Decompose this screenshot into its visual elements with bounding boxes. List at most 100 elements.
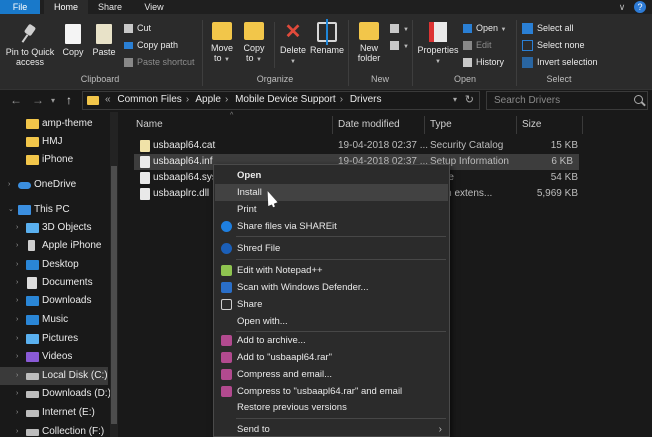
back-arrow-icon[interactable]: ←: [10, 93, 22, 107]
invert-selection-button[interactable]: Invert selection: [522, 56, 598, 69]
new-item-button[interactable]: ▼: [390, 22, 409, 35]
nav-item-pictures[interactable]: › Pictures: [0, 330, 108, 348]
expand-chevron-icon[interactable]: ›: [8, 176, 10, 194]
menu-item-install[interactable]: Install: [215, 184, 448, 201]
column-header-date[interactable]: Date modified: [338, 116, 400, 134]
edit-button[interactable]: Edit: [463, 39, 492, 52]
ribbon-collapse-icon[interactable]: ∨: [616, 1, 628, 13]
menu-item-add-to-rar[interactable]: Add to "usbaapl64.rar": [215, 349, 448, 366]
copy-to-button[interactable]: Copy to ▼: [240, 22, 268, 65]
breadcrumb-overflow[interactable]: «: [105, 94, 111, 105]
menu-item-share[interactable]: Share: [215, 296, 448, 313]
column-header-type[interactable]: Type: [430, 116, 452, 134]
history-button[interactable]: History: [463, 56, 504, 69]
move-to-button[interactable]: Move to ▼: [208, 22, 236, 65]
copy-button[interactable]: Copy: [60, 24, 86, 57]
refresh-icon[interactable]: ↻: [465, 93, 474, 106]
tab-share[interactable]: Share: [90, 0, 130, 14]
system-file-icon: [140, 172, 150, 184]
expand-chevron-icon[interactable]: ›: [16, 385, 18, 403]
easy-access-button[interactable]: ▼: [390, 39, 409, 52]
nav-item-downloads-d[interactable]: › Downloads (D:): [0, 385, 111, 403]
tab-file[interactable]: File: [0, 0, 40, 14]
desktop-icon: [26, 260, 39, 270]
nav-item-internet-e[interactable]: › Internet (E:): [0, 404, 108, 422]
rename-button[interactable]: Rename: [310, 19, 344, 55]
recent-locations-icon[interactable]: ▾: [51, 96, 55, 105]
nav-item-collection-f[interactable]: › Collection (F:): [0, 423, 108, 437]
menu-item-scan-defender[interactable]: Scan with Windows Defender...: [215, 279, 448, 296]
paste-button[interactable]: Paste: [90, 24, 118, 57]
nav-item-documents[interactable]: › Documents: [0, 274, 108, 292]
expand-chevron-icon[interactable]: ›: [16, 404, 18, 422]
menu-item-compress-to-rar-email[interactable]: Compress to "usbaapl64.rar" and email: [215, 383, 448, 400]
address-dropdown-icon[interactable]: ▾: [453, 95, 457, 104]
nav-item-iphone[interactable]: iPhone: [0, 151, 108, 169]
column-divider[interactable]: [424, 116, 425, 134]
expand-chevron-icon[interactable]: ›: [16, 219, 18, 237]
help-icon[interactable]: ?: [634, 1, 646, 13]
tab-view[interactable]: View: [134, 0, 174, 14]
pin-to-quick-access-button[interactable]: Pin to Quick access: [4, 24, 56, 67]
new-folder-button[interactable]: New folder: [354, 22, 384, 63]
nav-scrollbar[interactable]: [110, 112, 118, 437]
tab-home[interactable]: Home: [44, 0, 88, 14]
column-header-name[interactable]: Name: [136, 116, 163, 134]
nav-item-local-disk-c[interactable]: › Local Disk (C:): [0, 367, 108, 385]
expand-chevron-icon[interactable]: ⌄: [8, 201, 14, 219]
paste-shortcut-button[interactable]: Paste shortcut: [124, 56, 195, 69]
nav-item-amp-theme[interactable]: amp-theme: [0, 115, 108, 133]
expand-chevron-icon[interactable]: ›: [16, 311, 18, 329]
column-divider[interactable]: [582, 116, 583, 134]
menu-item-print[interactable]: Print: [215, 201, 448, 218]
expand-chevron-icon[interactable]: ›: [16, 237, 18, 255]
nav-item-music[interactable]: › Music: [0, 311, 108, 329]
search-box[interactable]: [486, 91, 648, 110]
up-arrow-icon[interactable]: ↑: [66, 93, 72, 107]
breadcrumb-item[interactable]: Common Files: [117, 94, 181, 105]
file-row[interactable]: usbaapl64.cat 19-04-2018 02:37 ... Secur…: [134, 138, 584, 154]
nav-item-hmj[interactable]: HMJ: [0, 133, 108, 151]
column-divider[interactable]: [516, 116, 517, 134]
breadcrumb-item[interactable]: Mobile Device Support: [235, 94, 336, 105]
nav-item-onedrive[interactable]: › OneDrive: [0, 176, 108, 194]
copy-path-button[interactable]: Copy path: [124, 39, 178, 52]
search-input[interactable]: [487, 92, 627, 109]
expand-chevron-icon[interactable]: ›: [16, 256, 18, 274]
column-header-size[interactable]: Size: [522, 116, 541, 134]
menu-item-shred-file[interactable]: Shred File: [215, 240, 448, 257]
nav-item-3d-objects[interactable]: › 3D Objects: [0, 219, 108, 237]
address-bar[interactable]: « Common Files › Apple › Mobile Device Sup…: [82, 91, 480, 110]
menu-item-edit-notepadpp[interactable]: Edit with Notepad++: [215, 262, 448, 279]
properties-button[interactable]: Properties ▼: [416, 22, 460, 67]
menu-item-add-to-archive[interactable]: Add to archive...: [215, 332, 448, 349]
nav-item-videos[interactable]: › Videos: [0, 348, 108, 366]
select-all-button[interactable]: Select all: [522, 22, 574, 35]
menu-item-compress-email[interactable]: Compress and email...: [215, 366, 448, 383]
expand-chevron-icon[interactable]: ›: [16, 423, 18, 437]
menu-item-restore-versions[interactable]: Restore previous versions: [215, 399, 448, 416]
breadcrumb-item[interactable]: Drivers: [350, 94, 382, 105]
nav-item-this-pc[interactable]: ⌄ This PC: [0, 201, 108, 219]
nav-item-downloads[interactable]: › Downloads: [0, 292, 108, 310]
expand-chevron-icon[interactable]: ›: [16, 348, 18, 366]
menu-item-open-with[interactable]: Open with...: [215, 313, 448, 330]
select-none-button[interactable]: Select none: [522, 39, 585, 52]
cut-button[interactable]: Cut: [124, 22, 151, 35]
expand-chevron-icon[interactable]: ›: [16, 292, 18, 310]
nav-item-label: Local Disk (C:): [42, 370, 108, 381]
breadcrumb-item[interactable]: Apple: [195, 94, 221, 105]
menu-item-send-to[interactable]: Send to ›: [215, 421, 448, 437]
open-button[interactable]: Open ▼: [463, 22, 507, 35]
expand-chevron-icon[interactable]: ›: [16, 330, 18, 348]
menu-item-shareit[interactable]: Share files via SHAREit: [215, 218, 448, 235]
nav-item-desktop[interactable]: › Desktop: [0, 256, 108, 274]
expand-chevron-icon[interactable]: ›: [16, 367, 18, 385]
column-divider[interactable]: [332, 116, 333, 134]
delete-button[interactable]: ✕ Delete ▼: [278, 22, 308, 67]
expand-chevron-icon[interactable]: ›: [16, 274, 18, 292]
menu-item-open[interactable]: Open: [215, 167, 448, 184]
forward-arrow-icon[interactable]: →: [32, 93, 44, 107]
nav-scrollbar-thumb[interactable]: [111, 166, 117, 424]
nav-item-apple-iphone[interactable]: › Apple iPhone: [0, 237, 108, 255]
